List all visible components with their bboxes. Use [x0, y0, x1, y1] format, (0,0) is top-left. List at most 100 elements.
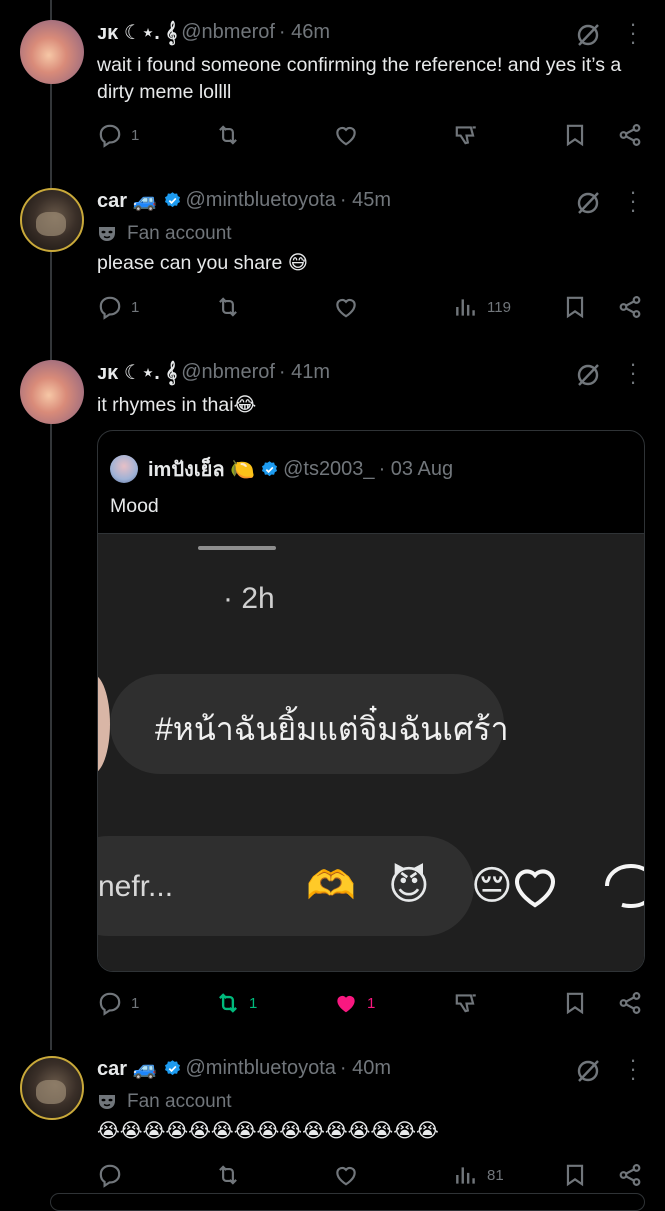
share-icon — [619, 296, 641, 318]
user-handle[interactable]: @nbmerof — [181, 21, 275, 44]
avatar[interactable] — [20, 1056, 84, 1120]
reply-button[interactable]: 1 — [97, 988, 139, 1018]
retweet-icon — [219, 993, 237, 1013]
retweet-button[interactable] — [215, 292, 241, 322]
media-reply-preview: nefr... — [98, 870, 174, 903]
tweet-text: it rhymes in thai😂 — [97, 394, 257, 416]
like-icon — [336, 126, 356, 146]
share-icon — [619, 124, 641, 146]
bookmark-button[interactable] — [562, 292, 588, 322]
reply-icon — [99, 1164, 121, 1188]
quoted-display-name[interactable]: imปังเย็ล 🍋 — [148, 453, 255, 485]
devil-emoji: 😈 — [388, 864, 430, 908]
retweet-button[interactable] — [215, 120, 241, 150]
user-handle[interactable]: @nbmerof — [181, 361, 275, 384]
reply-composer-edge[interactable] — [50, 1193, 645, 1211]
views-button[interactable]: 81 — [453, 1160, 504, 1190]
tweet-actions: 1 1 1 — [97, 988, 645, 1018]
quoted-tweet-card[interactable]: imปังเย็ล 🍋 @ts2003_ · 03 Aug Mood · 2h … — [97, 430, 645, 972]
media-timestamp: · 2h — [223, 582, 275, 615]
user-handle[interactable]: @mintbluetoyota — [186, 1057, 336, 1080]
quoted-media-screenshot[interactable]: · 2h #หน้าฉันยิ้มแต่จิ๋มฉันเศร้า nefr...… — [98, 533, 644, 971]
bookmark-icon — [566, 124, 584, 147]
like-button[interactable] — [333, 292, 359, 322]
media-reply-bar: nefr... 🫶 😈 😔 — [98, 836, 513, 936]
bookmark-button[interactable] — [562, 120, 588, 150]
timestamp[interactable]: · 41m — [279, 361, 330, 384]
tweet-actions: 1 119 — [97, 292, 645, 322]
grok-icon[interactable] — [575, 190, 601, 216]
more-options-icon[interactable]: · · · — [627, 1049, 639, 1089]
share-button[interactable] — [617, 1160, 643, 1190]
avatar[interactable] — [20, 20, 84, 84]
reply-button[interactable] — [97, 1160, 123, 1190]
reply-count: 1 — [131, 126, 140, 144]
user-handle[interactable]: @mintbluetoyota — [186, 189, 336, 212]
like-button[interactable] — [333, 120, 359, 150]
more-options-icon[interactable]: · · · — [627, 353, 639, 393]
views-button[interactable]: 119 — [453, 292, 511, 322]
bookmark-button[interactable] — [562, 988, 588, 1018]
reply-icon — [99, 296, 121, 320]
dislike-button[interactable] — [453, 120, 479, 150]
views-icon — [456, 1167, 475, 1184]
share-button[interactable] — [617, 292, 643, 322]
retweet-button[interactable] — [215, 1160, 241, 1190]
quoted-tweet-header: imปังเย็ล 🍋 @ts2003_ · 03 Aug — [110, 453, 453, 485]
reply-button[interactable]: 1 — [97, 120, 139, 150]
fan-account-badge: Fan account — [97, 1091, 232, 1113]
like-button[interactable]: 1 — [333, 988, 375, 1018]
quoted-avatar[interactable] — [110, 455, 138, 483]
fan-account-label: Fan account — [127, 223, 232, 244]
avatar[interactable] — [20, 188, 84, 252]
bookmark-icon — [566, 992, 584, 1015]
more-options-icon[interactable]: · · · — [627, 181, 639, 221]
views-count: 81 — [487, 1166, 504, 1184]
media-comment-icon — [605, 864, 644, 909]
pensive-emoji: 😔 — [471, 864, 513, 908]
timestamp[interactable]: · 40m — [340, 1057, 391, 1080]
reply-count: 1 — [131, 994, 140, 1012]
grok-icon[interactable] — [575, 362, 601, 388]
retweet-icon — [219, 1165, 237, 1185]
quoted-tweet-text: Mood — [110, 495, 159, 517]
dislike-button[interactable] — [453, 988, 479, 1018]
reply-count: 1 — [131, 298, 140, 316]
bookmark-button[interactable] — [562, 1160, 588, 1190]
sheet-handle — [198, 546, 276, 550]
like-button[interactable] — [333, 1160, 359, 1190]
tweet-header: ᴊᴋ ☾⋆. 𝄞 @nbmerof · 41m — [97, 360, 330, 385]
fan-account-badge: Fan account — [97, 223, 232, 245]
grok-icon[interactable] — [575, 1058, 601, 1084]
share-button[interactable] — [617, 120, 643, 150]
display-name[interactable]: car 🚙 — [97, 188, 158, 213]
tweet-actions: 81 — [97, 1160, 645, 1190]
fan-account-label: Fan account — [127, 1091, 232, 1112]
reply-icon — [99, 124, 121, 148]
tweet-text: please can you share 😅 — [97, 252, 309, 274]
timestamp[interactable]: · 46m — [279, 21, 330, 44]
display-name[interactable]: car 🚙 — [97, 1056, 158, 1081]
reply-icon — [99, 992, 121, 1016]
tweet-3[interactable]: ᴊᴋ ☾⋆. 𝄞 @nbmerof · 41m · · · it rhymes in… — [0, 340, 665, 1040]
grok-icon[interactable] — [575, 22, 601, 48]
avatar[interactable] — [20, 360, 84, 424]
retweet-icon — [219, 297, 237, 317]
reply-button[interactable]: 1 — [97, 292, 139, 322]
media-avatar — [98, 674, 110, 774]
dislike-icon — [455, 994, 476, 1013]
media-heart-icon — [514, 869, 556, 908]
more-options-icon[interactable]: · · · — [627, 13, 639, 53]
media-comment-bubble: #หน้าฉันยิ้มแต่จิ๋มฉันเศร้า — [110, 674, 509, 774]
like-icon — [336, 298, 356, 318]
quoted-user-handle: @ts2003_ — [283, 457, 375, 480]
timestamp[interactable]: · 45m — [340, 189, 391, 212]
share-icon — [619, 1164, 641, 1186]
retweet-button[interactable]: 1 — [215, 988, 257, 1018]
verified-badge-icon — [164, 192, 180, 208]
verified-badge-icon — [164, 1060, 180, 1076]
display-name[interactable]: ᴊᴋ ☾⋆. 𝄞 — [97, 20, 177, 45]
share-button[interactable] — [617, 988, 643, 1018]
tweet-actions: 1 — [97, 120, 645, 150]
display-name[interactable]: ᴊᴋ ☾⋆. 𝄞 — [97, 360, 177, 385]
